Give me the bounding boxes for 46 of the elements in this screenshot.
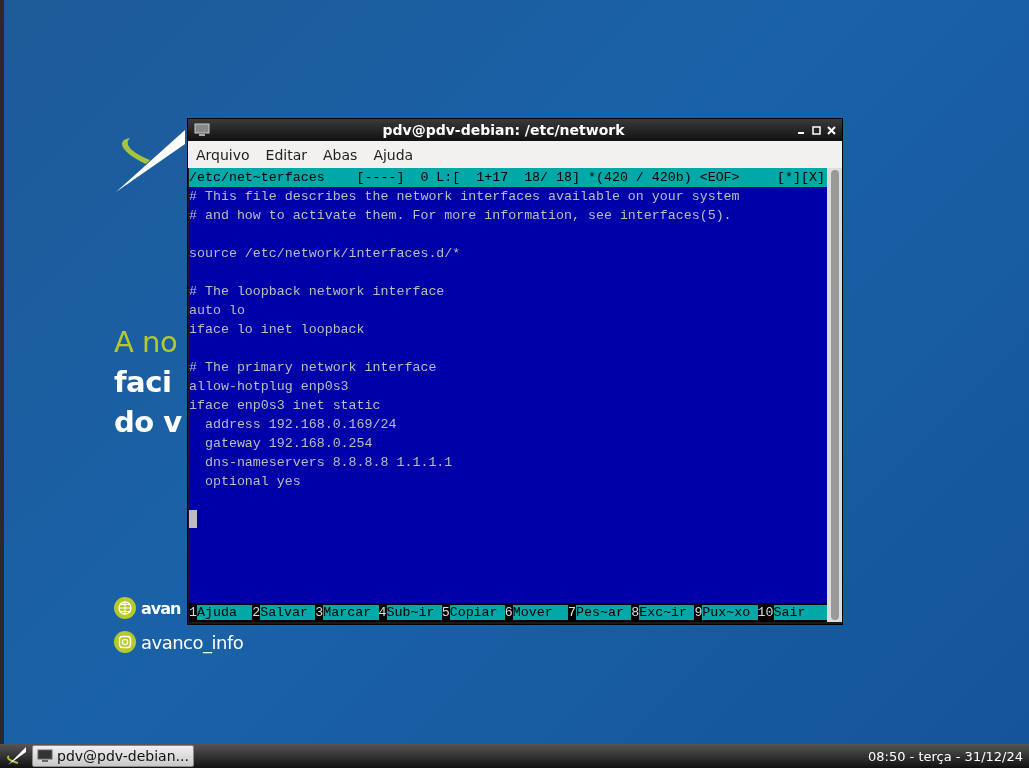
code-line: # The primary network interface (189, 360, 437, 375)
function-key-button[interactable]: Copiar (449, 605, 505, 620)
function-key-button[interactable]: Exc~ir (639, 605, 695, 620)
code-line: allow-hotplug enp0s3 (189, 379, 349, 394)
function-key-button[interactable]: Mover (512, 605, 569, 620)
function-key-button[interactable]: Pux~xo (702, 605, 758, 620)
code-line: # The loopback network interface (189, 284, 445, 299)
key-number: 7 (568, 605, 576, 620)
key-number: 9 (694, 605, 703, 620)
function-key-button[interactable]: Sair (773, 605, 828, 620)
key-number: 5 (441, 605, 450, 620)
function-key-button[interactable]: Sub~ir (386, 605, 442, 620)
key-number: 10 (757, 605, 774, 620)
menu-item[interactable]: Arquivo (190, 146, 256, 163)
key-number: 4 (378, 605, 387, 620)
code-line: iface lo inet loopback (189, 322, 365, 337)
taskbar-button[interactable]: pdv@pdv-debian... (32, 745, 194, 767)
window-title: pdv@pdv-debian: /etc/network (381, 122, 626, 138)
key-number: 3 (315, 605, 324, 620)
menu-item[interactable]: Abas (317, 146, 364, 163)
wallpaper-text: A no (114, 324, 179, 361)
wallpaper-text: faci (114, 364, 173, 401)
clock: 08:50 - terça - 31/12/24 (867, 748, 1023, 764)
wallpaper-text: do v (114, 404, 183, 441)
code-line: gateway 192.168.0.254 (203, 436, 373, 451)
function-key-button[interactable]: Salvar (260, 605, 316, 620)
status-text: /etc/net~terfaces [----] 0 L:[ 1+17 18/ 18] *(420 / 420b) <EOF> (189, 170, 740, 185)
function-key-button[interactable]: Pes~ar (576, 605, 632, 620)
code-line: # This file describes the network interfaces available on your system (189, 189, 740, 204)
code-line: iface enp0s3 inet static (189, 398, 381, 413)
code-line: dns-nameservers 8.8.8.8 1.1.1.1 (203, 455, 453, 470)
wallpaper-text: avanco_info (141, 631, 244, 653)
code-line: auto lo (189, 303, 245, 318)
status-flags: [*][X] (777, 170, 825, 185)
key-number: 1 (189, 605, 197, 620)
key-number: 6 (504, 605, 513, 620)
key-number: 2 (252, 605, 261, 620)
code-line: # and how to activate them. For more information, see interfaces(5). (189, 208, 732, 223)
function-key-button[interactable]: Marcar (323, 605, 379, 620)
menu-item[interactable]: Ajuda (367, 146, 420, 163)
code-line: source /etc/network/interfaces.d/* (189, 246, 461, 261)
code-line: address 192.168.0.169/24 (203, 417, 397, 432)
key-number: 8 (631, 605, 640, 620)
wallpaper-text: avan (141, 598, 181, 618)
menu-item[interactable]: Editar (259, 146, 314, 163)
code-line: optional yes (203, 474, 301, 489)
